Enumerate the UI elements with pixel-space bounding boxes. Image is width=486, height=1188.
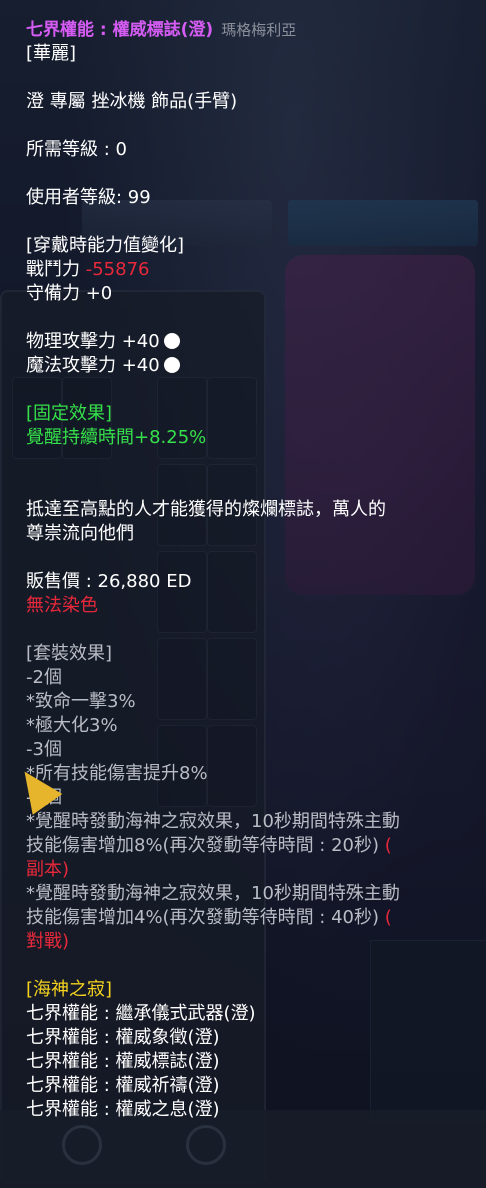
item-name: 七界權能 : 權威標誌(澄)	[26, 20, 214, 40]
description-line: 尊崇流向他們	[26, 523, 134, 544]
set-item: 七界權能 : 繼承儀式武器(澄)	[26, 1003, 256, 1024]
phys-attack-row: 物理攻擊力 +40	[26, 330, 180, 354]
description-line: 抵達至高點的人才能獲得的燦爛標誌，萬人的	[26, 499, 386, 520]
item-grade: [華麗]	[26, 43, 77, 64]
set-bonus: *極大化3%	[26, 715, 118, 736]
set-item: 七界權能 : 權威標誌(澄)	[26, 1051, 220, 1072]
item-tooltip: 七界權能 : 權威標誌(澄) 瑪格梅利亞 [華麗] 澄 專屬 挫冰機 飾品(手臂)…	[0, 0, 486, 1188]
set-bonus: *覺醒時發動海神之寂效果，10秒期間特殊主動	[26, 883, 400, 904]
stats-header: [穿戴時能力值變化]	[26, 235, 185, 256]
item-owner: 瑪格梅利亞	[221, 21, 297, 39]
magic-attack: 魔法攻擊力 +40	[26, 355, 160, 376]
mode-paren: (	[384, 835, 392, 856]
required-level: 所需等級 : 0	[26, 139, 127, 160]
set-bonus-row: 技能傷害增加8%(再次發動等待時間 : 20秒) (	[26, 834, 392, 858]
mode-pvp: 對戰)	[26, 931, 70, 952]
item-type: 澄 專屬 挫冰機 飾品(手臂)	[26, 91, 238, 112]
combat-value: -55876	[85, 259, 150, 280]
combat-label: 戰鬥力	[26, 259, 80, 280]
combat-power: 戰鬥力 -55876	[26, 258, 150, 282]
dye-status: 無法染色	[26, 595, 98, 616]
set-name-header: [海神之寂]	[26, 979, 113, 1000]
set-bonus: 技能傷害增加4%(再次發動等待時間 : 40秒)	[26, 907, 380, 928]
set-item: 七界權能 : 權威之息(澄)	[26, 1099, 220, 1120]
phys-attack: 物理攻擊力 +40	[26, 331, 160, 352]
set-bonus: 技能傷害增加8%(再次發動等待時間 : 20秒)	[26, 835, 380, 856]
fixed-effect-text: 覺醒持續時間+8.25%	[26, 427, 207, 448]
set-bonus: *致命一擊3%	[26, 691, 136, 712]
fixed-effect-header: [固定效果]	[26, 403, 113, 424]
set-tier: -2個	[26, 667, 62, 688]
defense-stat: 守備力 +0	[26, 283, 113, 304]
set-bonus-row: 技能傷害增加4%(再次發動等待時間 : 40秒) (	[26, 906, 392, 930]
item-title: 七界權能 : 權威標誌(澄) 瑪格梅利亞	[26, 18, 296, 42]
sale-price: 販售價 : 26,880 ED	[26, 571, 192, 592]
circle-icon	[163, 357, 180, 373]
set-item: 七界權能 : 權威象徵(澄)	[26, 1027, 220, 1048]
circle-icon	[163, 333, 180, 349]
set-bonus: *覺醒時發動海神之寂效果，10秒期間特殊主動	[26, 811, 400, 832]
set-item: 七界權能 : 權威祈禱(澄)	[26, 1075, 220, 1096]
user-level: 使用者等級: 99	[26, 187, 151, 208]
magic-attack-row: 魔法攻擊力 +40	[26, 354, 180, 378]
mode-dungeon: 副本)	[26, 859, 70, 880]
mode-paren: (	[384, 907, 392, 928]
set-effect-header: [套裝效果]	[26, 643, 113, 664]
set-tier: -3個	[26, 739, 62, 760]
